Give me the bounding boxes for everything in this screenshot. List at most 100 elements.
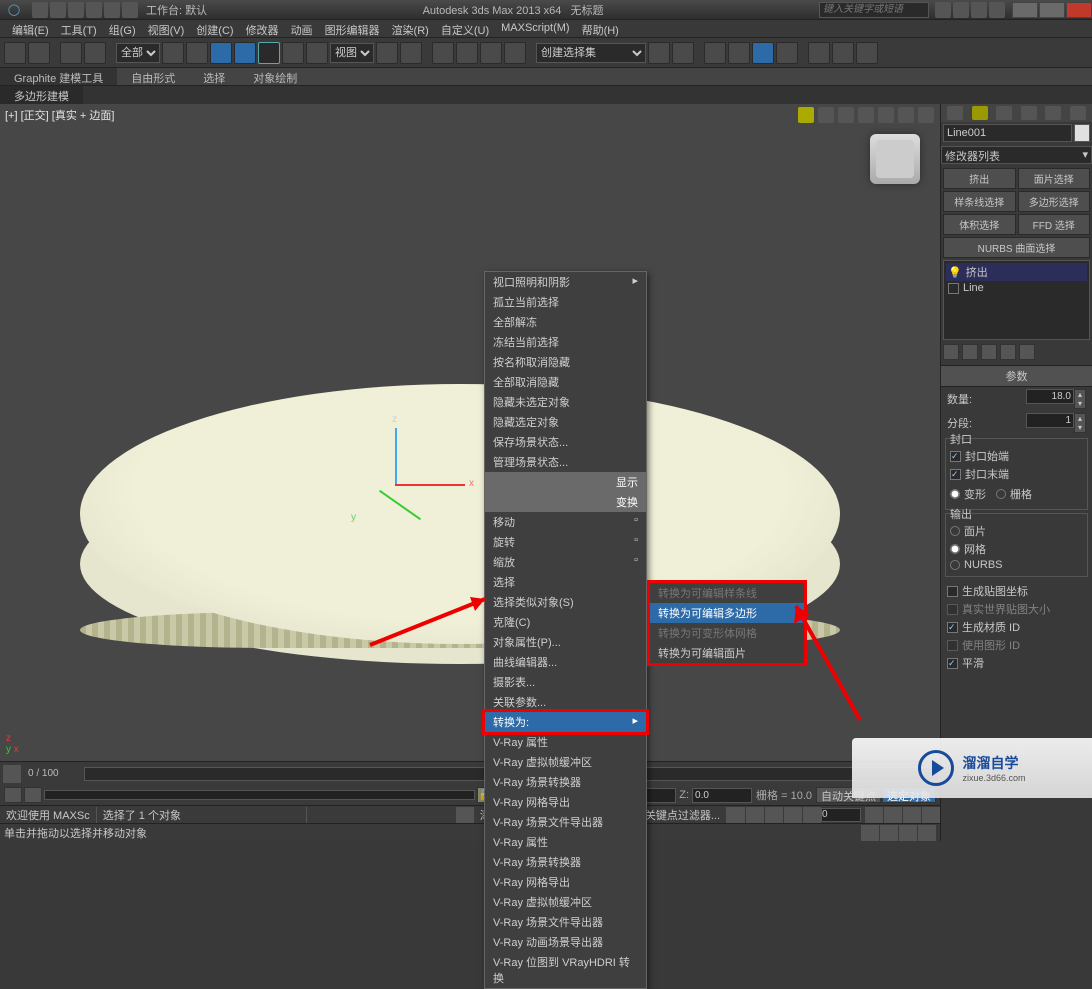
- ctx-move[interactable]: 移动▫: [485, 512, 646, 532]
- curve-editor-button[interactable]: [728, 42, 750, 64]
- z-coord-input[interactable]: [692, 788, 752, 803]
- vp-shade-icon[interactable]: [818, 107, 834, 123]
- ctx-select-similar[interactable]: 选择类似对象(S): [485, 592, 646, 612]
- cap-start-checkbox[interactable]: 封口始端: [950, 447, 1083, 465]
- output-mesh-radio[interactable]: 网格: [950, 540, 1083, 558]
- ctx-unfreeze-all[interactable]: 全部解冻: [485, 312, 646, 332]
- panel-hierarchy-icon[interactable]: [996, 106, 1012, 120]
- mod-polysel-button[interactable]: 多边形选择: [1018, 191, 1091, 212]
- stack-config-icon[interactable]: [1019, 344, 1035, 360]
- amount-input[interactable]: [1026, 389, 1074, 404]
- ctx-convert-editable-poly[interactable]: 转换为可编辑多边形: [650, 603, 804, 623]
- add-time-icon[interactable]: [456, 807, 474, 823]
- percent-snap-button[interactable]: [480, 42, 502, 64]
- ctx-curve-editor[interactable]: 曲线编辑器...: [485, 652, 646, 672]
- gen-map-checkbox[interactable]: 生成贴图坐标: [947, 582, 1086, 600]
- play-icon[interactable]: [765, 807, 783, 823]
- ctx-vray-scene-conv[interactable]: V-Ray 场景转换器: [485, 772, 646, 792]
- vp-light-icon[interactable]: [798, 107, 814, 123]
- ref-coord-system[interactable]: 视图: [330, 43, 374, 63]
- workspace-label[interactable]: 工作台: 默认: [146, 2, 207, 18]
- menu-animation[interactable]: 动画: [285, 20, 319, 37]
- key-mode-icon[interactable]: [4, 787, 22, 803]
- ctx-select[interactable]: 选择: [485, 572, 646, 592]
- link-button[interactable]: [60, 42, 82, 64]
- named-sel-set[interactable]: 创建选择集: [536, 43, 646, 63]
- ribbon-tab-freeform[interactable]: 自由形式: [117, 68, 189, 85]
- ctx-convert-spline[interactable]: 转换为可编辑样条线: [650, 583, 804, 603]
- output-patch-radio[interactable]: 面片: [950, 522, 1083, 540]
- menu-help[interactable]: 帮助(H): [576, 20, 625, 37]
- nav-orbit-icon[interactable]: [880, 825, 898, 841]
- ctx-hide-unsel[interactable]: 隐藏未选定对象: [485, 392, 646, 412]
- mirror-button[interactable]: [648, 42, 670, 64]
- select-button[interactable]: [162, 42, 184, 64]
- snap-button[interactable]: [432, 42, 454, 64]
- panel-display-icon[interactable]: [1045, 106, 1061, 120]
- ribbon-tab-graphite[interactable]: Graphite 建模工具: [0, 68, 117, 85]
- menu-create[interactable]: 创建(C): [190, 20, 239, 37]
- use-shape-id-checkbox[interactable]: 使用图形 ID: [947, 636, 1086, 654]
- ctx-vray-props2[interactable]: V-Ray 属性: [485, 832, 646, 852]
- vp-edged-icon[interactable]: [858, 107, 874, 123]
- panel-utilities-icon[interactable]: [1070, 106, 1086, 120]
- cap-end-checkbox[interactable]: 封口末端: [950, 465, 1083, 483]
- title-icon[interactable]: [935, 2, 951, 18]
- minimize-button[interactable]: [1012, 2, 1038, 18]
- selection-filter[interactable]: 全部: [116, 43, 160, 63]
- rotate-button[interactable]: [282, 42, 304, 64]
- maximize-button[interactable]: [1039, 2, 1065, 18]
- title-icon[interactable]: [953, 2, 969, 18]
- panel-modify-icon[interactable]: [972, 106, 988, 120]
- menu-customize[interactable]: 自定义(U): [435, 20, 495, 37]
- time-slider[interactable]: 0 / 100: [0, 761, 940, 785]
- stack-unique-icon[interactable]: [981, 344, 997, 360]
- ctx-vray-mesh-export[interactable]: V-Ray 网格导出: [485, 792, 646, 812]
- ctx-vray-vfb2[interactable]: V-Ray 虚拟帧缓冲区: [485, 892, 646, 912]
- ctx-rotate[interactable]: 旋转▫: [485, 532, 646, 552]
- material-editor-button[interactable]: [776, 42, 798, 64]
- track-bar[interactable]: [44, 790, 475, 800]
- ctx-freeze-sel[interactable]: 冻结当前选择: [485, 332, 646, 352]
- nav-fov-icon[interactable]: [922, 807, 940, 823]
- ctx-obj-props[interactable]: 对象属性(P)...: [485, 632, 646, 652]
- ctx-vray-vfb[interactable]: V-Ray 虚拟帧缓冲区: [485, 752, 646, 772]
- object-color-swatch[interactable]: [1074, 124, 1090, 142]
- qat-btn[interactable]: [86, 2, 102, 18]
- menu-group[interactable]: 组(G): [103, 20, 142, 37]
- spinner-up-icon[interactable]: ▴▾: [1074, 413, 1086, 433]
- render-setup-button[interactable]: [808, 42, 830, 64]
- close-button[interactable]: [1066, 2, 1092, 18]
- ctx-dope-sheet[interactable]: 摄影表...: [485, 672, 646, 692]
- params-rollout-header[interactable]: 参数: [941, 365, 1092, 387]
- mod-volsel-button[interactable]: 体积选择: [943, 214, 1016, 235]
- panel-motion-icon[interactable]: [1021, 106, 1037, 120]
- gen-matid-checkbox[interactable]: 生成材质 ID: [947, 618, 1086, 636]
- modifier-list-dropdown[interactable]: 修改器列表▾: [941, 146, 1092, 164]
- key-filter-button[interactable]: 关键点过滤器...: [639, 807, 727, 823]
- mod-patchsel-button[interactable]: 面片选择: [1018, 168, 1091, 189]
- panel-create-icon[interactable]: [947, 106, 963, 120]
- rendered-frame-button[interactable]: [832, 42, 854, 64]
- ctx-vray-mesh-export2[interactable]: V-Ray 网格导出: [485, 872, 646, 892]
- mod-extrude-button[interactable]: 挤出: [943, 168, 1016, 189]
- object-name-input[interactable]: [943, 124, 1072, 142]
- real-world-checkbox[interactable]: 真实世界贴图大小: [947, 600, 1086, 618]
- next-frame-icon[interactable]: [784, 807, 802, 823]
- move-button[interactable]: [258, 42, 280, 64]
- stack-line[interactable]: Line: [946, 281, 1087, 295]
- schematic-button[interactable]: [752, 42, 774, 64]
- timeline-config-icon[interactable]: [3, 765, 21, 783]
- render-button[interactable]: [856, 42, 878, 64]
- expand-icon[interactable]: [948, 283, 959, 294]
- ctx-vray-scene-conv2[interactable]: V-Ray 场景转换器: [485, 852, 646, 872]
- vp-max-icon[interactable]: [918, 107, 934, 123]
- mod-ffdsel-button[interactable]: FFD 选择: [1018, 214, 1091, 235]
- menu-tools[interactable]: 工具(T): [55, 20, 103, 37]
- scale-button[interactable]: [306, 42, 328, 64]
- spinner-up-icon[interactable]: ▴▾: [1074, 389, 1086, 409]
- sel-lock-button[interactable]: [400, 42, 422, 64]
- stack-show-icon[interactable]: [962, 344, 978, 360]
- qat-btn[interactable]: [32, 2, 48, 18]
- ctx-isolate[interactable]: 孤立当前选择: [485, 292, 646, 312]
